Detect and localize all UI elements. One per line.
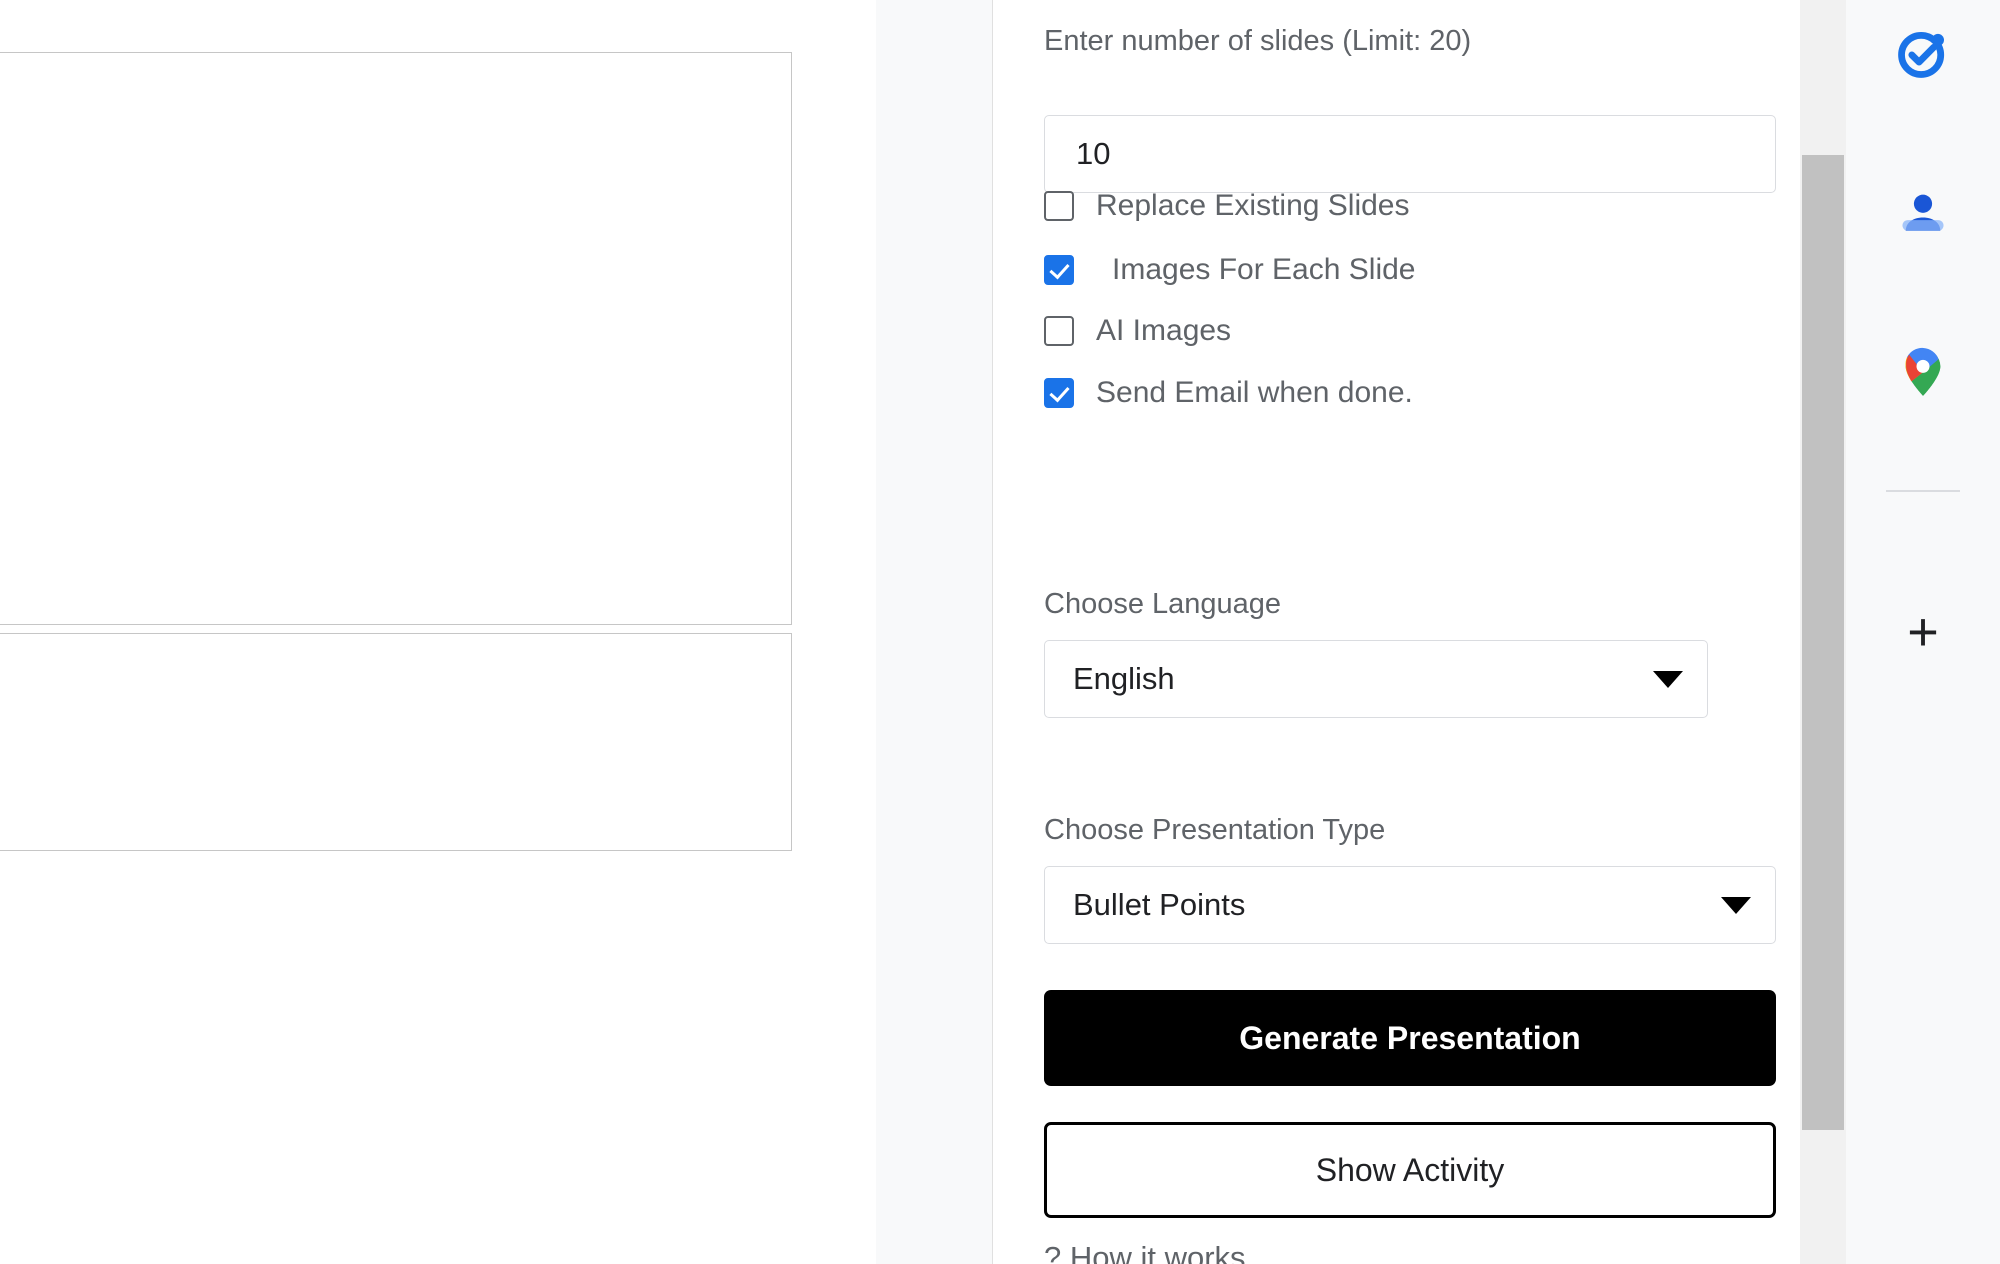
add-addon-button[interactable]: +: [1891, 600, 1955, 664]
presentation-type-select[interactable]: Bullet Points: [1044, 866, 1776, 944]
checkbox-row-images-for-each-slide[interactable]: Images For Each Slide: [1044, 250, 1415, 290]
panel-scrollbar-thumb[interactable]: [1802, 155, 1844, 1130]
google-maps-icon[interactable]: [1891, 340, 1955, 404]
chevron-down-icon: [1721, 897, 1751, 914]
rail-divider: [1886, 490, 1960, 492]
generate-presentation-button[interactable]: Generate Presentation: [1044, 990, 1776, 1086]
checkbox-ai-images[interactable]: [1044, 316, 1074, 346]
addon-side-panel: Enter number of slides (Limit: 20) 10 Re…: [992, 0, 1800, 1264]
presentation-type-select-value: Bullet Points: [1073, 887, 1245, 923]
show-activity-button[interactable]: Show Activity: [1044, 1122, 1776, 1218]
slide-title-placeholder[interactable]: title: [0, 52, 792, 625]
language-select-value: English: [1073, 661, 1175, 697]
choose-language-label: Choose Language: [1044, 586, 1281, 622]
chevron-down-icon: [1653, 671, 1683, 688]
how-it-works-heading[interactable]: ? How it works: [1044, 1240, 1246, 1264]
slides-count-input[interactable]: 10: [1044, 115, 1776, 193]
slides-count-label: Enter number of slides (Limit: 20): [1044, 23, 1471, 59]
checkbox-row-replace-existing-slides[interactable]: Replace Existing Slides: [1044, 186, 1410, 226]
canvas-background: [876, 0, 992, 1264]
slide-canvas[interactable]: title e: [0, 0, 876, 1264]
checkbox-row-ai-images[interactable]: AI Images: [1044, 311, 1231, 351]
checkbox-images-for-each-slide[interactable]: [1044, 255, 1074, 285]
screen: title e Enter number of slides (Limit: 2…: [0, 0, 2000, 1264]
choose-presentation-type-label: Choose Presentation Type: [1044, 812, 1385, 848]
checkbox-send-email-when-done[interactable]: [1044, 378, 1074, 408]
workspace-addon-rail: +: [1846, 0, 2000, 1264]
checkbox-row-send-email-when-done[interactable]: Send Email when done.: [1044, 373, 1413, 413]
checkbox-label-images-for-each-slide: Images For Each Slide: [1112, 253, 1415, 287]
slide-subtitle-placeholder[interactable]: e: [0, 633, 792, 851]
checkbox-label-send-email-when-done: Send Email when done.: [1096, 376, 1413, 410]
google-contacts-icon[interactable]: [1891, 182, 1955, 246]
google-tasks-icon[interactable]: [1891, 22, 1955, 86]
checkbox-label-ai-images: AI Images: [1096, 314, 1231, 348]
checkbox-replace-existing-slides[interactable]: [1044, 191, 1074, 221]
language-select[interactable]: English: [1044, 640, 1708, 718]
checkbox-label-replace-existing-slides: Replace Existing Slides: [1096, 189, 1410, 223]
